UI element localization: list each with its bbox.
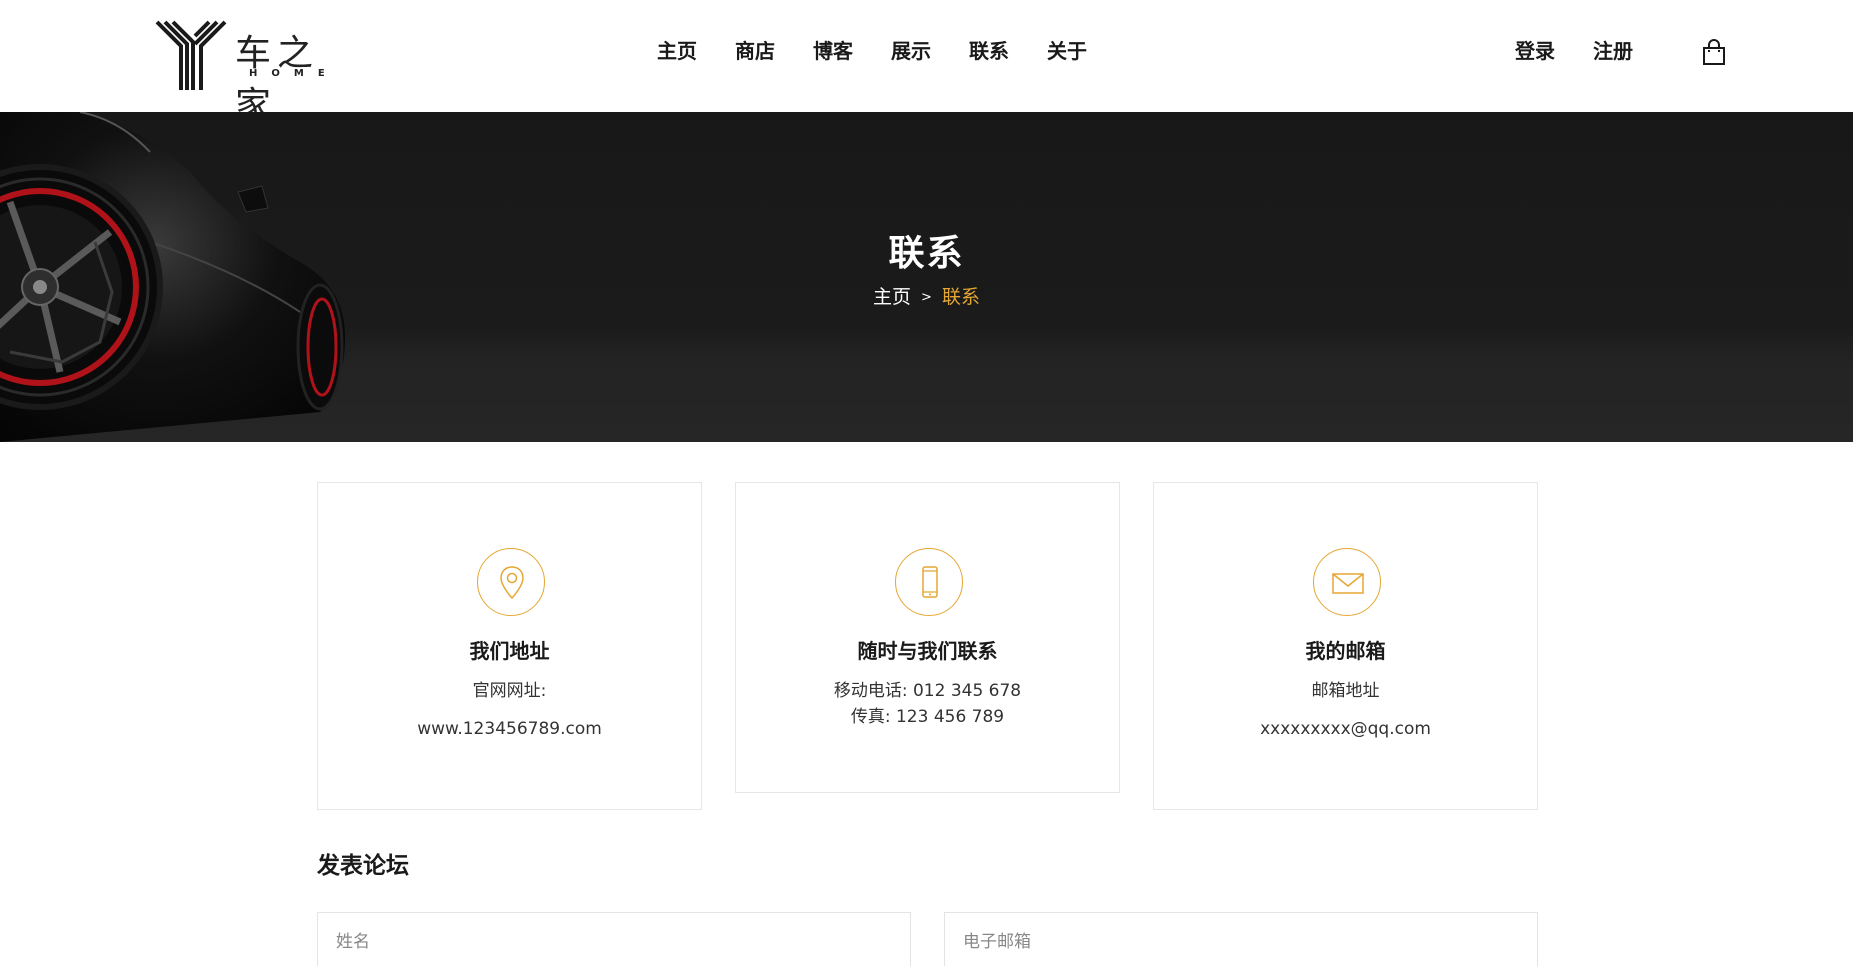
breadcrumb-home[interactable]: 主页 xyxy=(873,286,911,308)
brand-subtitle: HOME xyxy=(249,68,339,79)
card-line: 传真: 123 456 789 xyxy=(850,707,1005,727)
page-banner: 联系 主页 > 联系 xyxy=(0,112,1853,442)
breadcrumb-separator: > xyxy=(921,290,932,305)
nav-item-blog[interactable]: 博客 xyxy=(794,36,872,66)
card-line: 官网网址: xyxy=(472,681,547,701)
form-title: 发表论坛 xyxy=(317,853,409,879)
name-input[interactable] xyxy=(317,912,911,966)
main-nav: 主页 商店 博客 展示 联系 关于 xyxy=(638,36,1106,66)
register-link[interactable]: 注册 xyxy=(1574,36,1652,66)
envelope-icon xyxy=(1313,548,1381,616)
nav-item-shop[interactable]: 商店 xyxy=(716,36,794,66)
nav-item-showcase[interactable]: 展示 xyxy=(872,36,950,66)
breadcrumb-current: 联系 xyxy=(941,286,980,308)
login-link[interactable]: 登录 xyxy=(1496,36,1574,66)
email-input[interactable] xyxy=(944,912,1538,966)
shopping-bag-icon[interactable] xyxy=(1700,38,1728,66)
card-title: 随时与我们联系 xyxy=(857,639,998,663)
nav-item-about[interactable]: 关于 xyxy=(1028,36,1106,66)
page-title: 联系 xyxy=(888,233,965,274)
account-links: 登录 注册 xyxy=(1496,36,1652,66)
card-line: 移动电话: 012 345 678 xyxy=(833,681,1022,701)
card-title: 我的邮箱 xyxy=(1305,639,1386,663)
card-title: 我们地址 xyxy=(469,639,550,663)
nav-item-home[interactable]: 主页 xyxy=(638,36,716,66)
nav-item-contact[interactable]: 联系 xyxy=(950,36,1028,66)
card-line: xxxxxxxxx@qq.com xyxy=(1260,719,1431,739)
phone-card: 随时与我们联系 移动电话: 012 345 678 传真: 123 456 78… xyxy=(735,482,1120,793)
card-line: 邮箱地址 xyxy=(1311,681,1380,701)
email-card: 我的邮箱 邮箱地址 xxxxxxxxx@qq.com xyxy=(1153,482,1538,810)
breadcrumb: 主页 > 联系 xyxy=(0,282,1853,309)
sports-car-image xyxy=(0,112,345,442)
logo-mark-icon xyxy=(155,20,227,90)
address-card: 我们地址 官网网址: www.123456789.com xyxy=(317,482,702,810)
card-line: www.123456789.com xyxy=(417,719,602,739)
site-header: 车之家 HOME 主页 商店 博客 展示 联系 关于 登录 注册 xyxy=(0,0,1853,126)
mobile-phone-icon xyxy=(895,548,963,616)
brand-logo[interactable]: 车之家 HOME xyxy=(155,18,355,126)
location-pin-icon xyxy=(477,548,545,616)
